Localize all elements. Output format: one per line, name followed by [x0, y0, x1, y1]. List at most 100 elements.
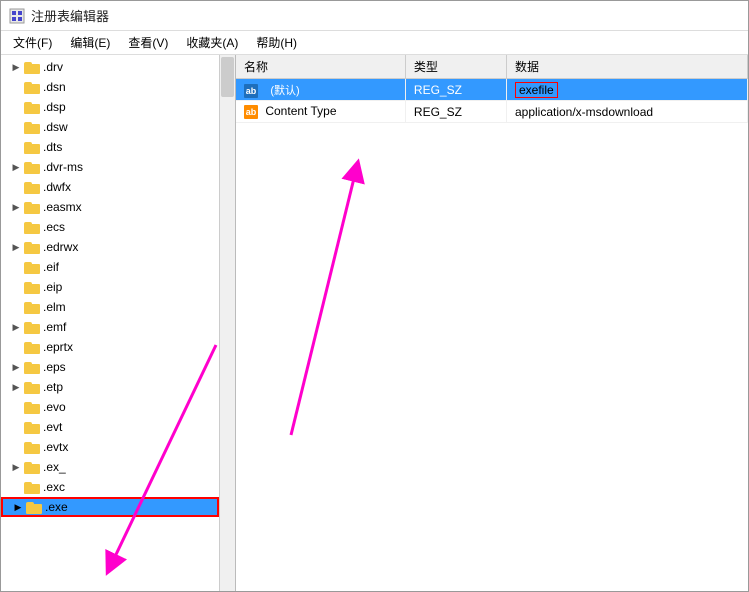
tree-panel: ▶ .drv ▶ .dsn ▶ .dsp ▶ .dsw	[1, 55, 236, 591]
default-badge: (默认)	[265, 82, 304, 98]
folder-icon-edrwx	[24, 240, 40, 254]
window-title: 注册表编辑器	[31, 6, 109, 25]
tree-item-dsp[interactable]: ▶ .dsp	[1, 97, 219, 117]
cell-data-default: exefile	[506, 79, 747, 101]
tree-item-drv[interactable]: ▶ .drv	[1, 57, 219, 77]
tree-item-eip[interactable]: ▶ .eip	[1, 277, 219, 297]
tree-item-evo[interactable]: ▶ .evo	[1, 397, 219, 417]
folder-icon-easmx	[24, 200, 40, 214]
tree-item-edrwx[interactable]: ▶ .edrwx	[1, 237, 219, 257]
menu-file[interactable]: 文件(F)	[5, 32, 60, 53]
folder-icon-eip	[24, 280, 40, 294]
expander-emf[interactable]: ▶	[9, 320, 23, 334]
menu-view[interactable]: 查看(V)	[120, 32, 176, 53]
menu-favorites[interactable]: 收藏夹(A)	[178, 32, 246, 53]
folder-icon-evt	[24, 420, 40, 434]
expander-eif: ▶	[9, 260, 23, 274]
folder-icon-evtx	[24, 440, 40, 454]
tree-item-ecs[interactable]: ▶ .ecs	[1, 217, 219, 237]
folder-icon-eprtx	[24, 340, 40, 354]
tree-item-elm[interactable]: ▶ .elm	[1, 297, 219, 317]
folder-icon-elm	[24, 300, 40, 314]
folder-icon-etp	[24, 380, 40, 394]
folder-icon-eif	[24, 260, 40, 274]
expander-easmx[interactable]: ▶	[9, 200, 23, 214]
folder-icon-dsn	[24, 80, 40, 94]
tree-content: ▶ .drv ▶ .dsn ▶ .dsp ▶ .dsw	[1, 55, 219, 519]
tree-item-easmx[interactable]: ▶ .easmx	[1, 197, 219, 217]
menu-edit[interactable]: 编辑(E)	[62, 32, 118, 53]
expander-dsw: ▶	[9, 120, 23, 134]
folder-icon-exe	[26, 500, 42, 514]
table-row-default[interactable]: ab (默认) REG_SZ exefile	[236, 79, 748, 101]
expander-drv[interactable]: ▶	[9, 60, 23, 74]
expander-ex_[interactable]: ▶	[9, 460, 23, 474]
registry-table: 名称 类型 数据 ab (默认) REG_SZ exefile	[236, 55, 748, 123]
tree-item-evtx[interactable]: ▶ .evtx	[1, 437, 219, 457]
table-row-content-type[interactable]: ab Content Type REG_SZ application/x-msd…	[236, 101, 748, 123]
tree-item-dwfx[interactable]: ▶ .dwfx	[1, 177, 219, 197]
tree-scrollbar[interactable]	[219, 55, 235, 591]
folder-icon-eps	[24, 360, 40, 374]
main-window: 注册表编辑器 文件(F) 编辑(E) 查看(V) 收藏夹(A) 帮助(H) ▶ …	[0, 0, 749, 592]
folder-icon-drv	[24, 60, 40, 74]
expander-edrwx[interactable]: ▶	[9, 240, 23, 254]
expander-dvr-ms[interactable]: ▶	[9, 160, 23, 174]
expander-dsp: ▶	[9, 100, 23, 114]
expander-eip: ▶	[9, 280, 23, 294]
ab-icon-content-type: ab	[244, 105, 258, 119]
ab-icon-default: ab	[244, 84, 258, 98]
menu-bar: 文件(F) 编辑(E) 查看(V) 收藏夹(A) 帮助(H)	[1, 31, 748, 55]
tree-item-eif[interactable]: ▶ .eif	[1, 257, 219, 277]
tree-item-exe[interactable]: ▶ .exe	[1, 497, 219, 517]
cell-name-default: ab (默认)	[236, 79, 405, 101]
tree-item-ex_[interactable]: ▶ .ex_	[1, 457, 219, 477]
cell-data-content-type: application/x-msdownload	[506, 101, 747, 123]
folder-icon-evo	[24, 400, 40, 414]
expander-exc: ▶	[9, 480, 23, 494]
expander-evtx: ▶	[9, 440, 23, 454]
folder-icon-dsw	[24, 120, 40, 134]
tree-item-emf[interactable]: ▶ .emf	[1, 317, 219, 337]
folder-icon-dsp	[24, 100, 40, 114]
title-bar: 注册表编辑器	[1, 1, 748, 31]
expander-exe[interactable]: ▶	[11, 500, 25, 514]
tree-item-dsw[interactable]: ▶ .dsw	[1, 117, 219, 137]
tree-item-dvr-ms[interactable]: ▶ .dvr-ms	[1, 157, 219, 177]
col-header-name: 名称	[236, 55, 405, 79]
folder-icon-ecs	[24, 220, 40, 234]
tree-item-dts[interactable]: ▶ .dts	[1, 137, 219, 157]
expander-ecs: ▶	[9, 220, 23, 234]
folder-icon-exc	[24, 480, 40, 494]
tree-item-dsn[interactable]: ▶ .dsn	[1, 77, 219, 97]
expander-dts: ▶	[9, 140, 23, 154]
table-header-row: 名称 类型 数据	[236, 55, 748, 79]
cell-type-content-type: REG_SZ	[405, 101, 506, 123]
main-area: ▶ .drv ▶ .dsn ▶ .dsp ▶ .dsw	[1, 55, 748, 591]
expander-elm: ▶	[9, 300, 23, 314]
expander-dwfx: ▶	[9, 180, 23, 194]
expander-eps[interactable]: ▶	[9, 360, 23, 374]
folder-icon-ex_	[24, 460, 40, 474]
menu-help[interactable]: 帮助(H)	[248, 32, 305, 53]
tree-item-evt[interactable]: ▶ .evt	[1, 417, 219, 437]
data-panel: 名称 类型 数据 ab (默认) REG_SZ exefile	[236, 55, 748, 591]
cell-name-content-type: ab Content Type	[236, 101, 405, 123]
tree-item-eps[interactable]: ▶ .eps	[1, 357, 219, 377]
folder-icon-dvr-ms	[24, 160, 40, 174]
exefile-value: exefile	[515, 82, 558, 98]
folder-icon-dts	[24, 140, 40, 154]
cell-type-default: REG_SZ	[405, 79, 506, 101]
folder-icon-dwfx	[24, 180, 40, 194]
tree-item-exc[interactable]: ▶ .exc	[1, 477, 219, 497]
expander-etp[interactable]: ▶	[9, 380, 23, 394]
expander-evt: ▶	[9, 420, 23, 434]
tree-scroll-thumb[interactable]	[221, 57, 234, 97]
tree-item-etp[interactable]: ▶ .etp	[1, 377, 219, 397]
col-header-type: 类型	[405, 55, 506, 79]
tree-item-eprtx[interactable]: ▶ .eprtx	[1, 337, 219, 357]
folder-icon-emf	[24, 320, 40, 334]
col-header-data: 数据	[506, 55, 747, 79]
regedit-icon	[9, 8, 25, 24]
expander-eprtx: ▶	[9, 340, 23, 354]
